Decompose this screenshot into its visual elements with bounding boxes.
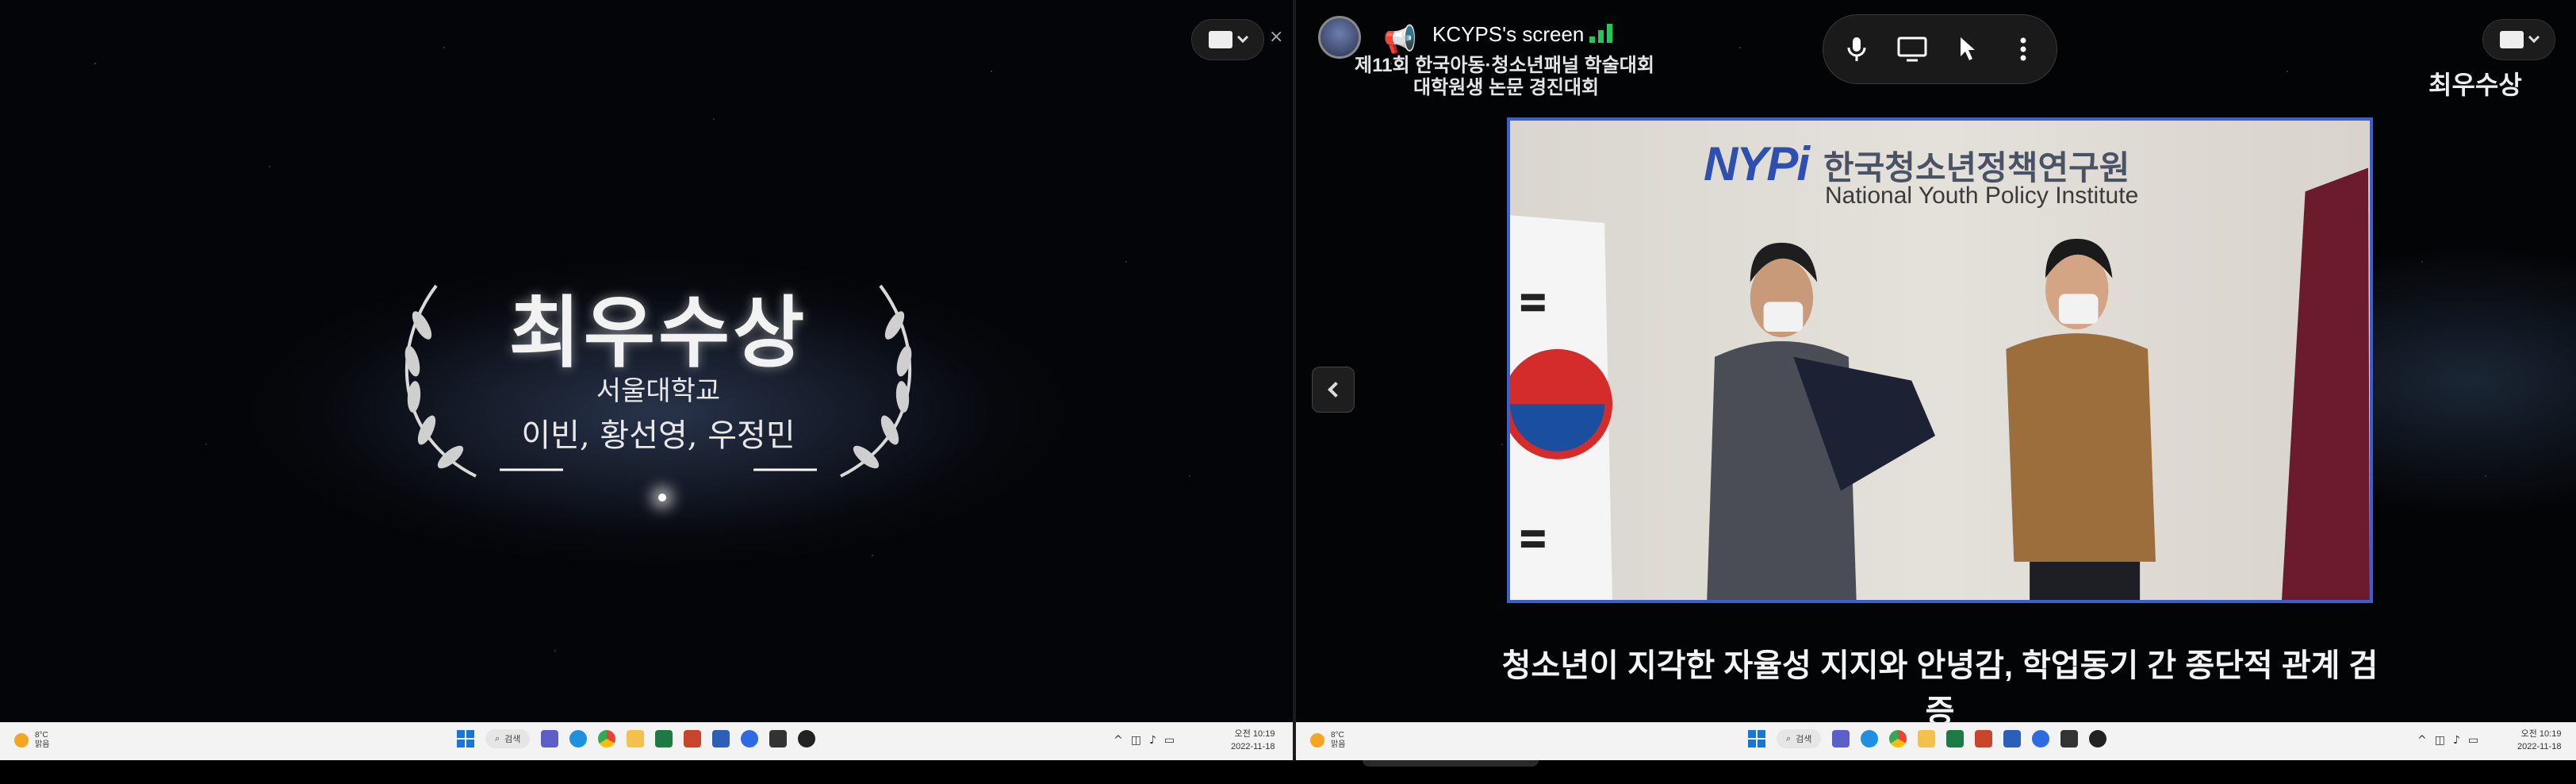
event-subtitle: 대학원생 논문 경진대회 <box>1413 77 1600 98</box>
chevron-down-icon <box>1236 31 1249 44</box>
volume-icon[interactable]: ♪ <box>2453 734 2460 747</box>
excel-icon[interactable] <box>1946 730 1965 747</box>
powerpoint-icon[interactable] <box>684 730 702 747</box>
sun-icon <box>14 733 29 747</box>
chevron-left-icon <box>1328 382 1344 398</box>
search-label: 검색 <box>1796 735 1812 744</box>
excel-icon[interactable] <box>655 730 673 747</box>
view-options-button[interactable] <box>2482 19 2555 60</box>
more-vertical-icon[interactable] <box>2001 27 2045 71</box>
taskbar-search[interactable]: ⌕ 검색 <box>485 729 531 748</box>
view-options-button[interactable] <box>1191 19 1264 60</box>
paper-title-caption: 청소년이 지각한 자율성 지지와 안녕감, 학업동기 간 종단적 관계 검증 <box>1501 648 2379 729</box>
weather-temp: 8°C <box>1331 731 1344 740</box>
media-player-icon[interactable] <box>2089 730 2107 747</box>
screen-sharer-name: KCYPS's screen <box>1432 22 1585 46</box>
institute-name-english: National Youth Policy Institute <box>1825 183 2139 209</box>
weather-temp: 8°C <box>35 731 48 740</box>
battery-icon[interactable]: ▭ <box>1164 734 1175 747</box>
sparkle-icon <box>658 494 666 502</box>
chevron-down-icon <box>2528 31 2540 44</box>
award-title: 최우수상 <box>508 287 808 379</box>
weather-condition: 맑음 <box>35 740 50 749</box>
file-explorer-icon[interactable] <box>1918 730 1936 747</box>
window-preview-edge <box>1363 760 1539 767</box>
chrome-icon[interactable] <box>598 730 616 747</box>
network-icon[interactable]: ◫ <box>2435 734 2445 747</box>
pointer-icon[interactable] <box>1945 27 1990 71</box>
chevron-up-icon[interactable]: ^ <box>1114 734 1123 747</box>
search-label: 검색 <box>504 735 521 744</box>
slide-title: 최우수상 <box>2428 71 2522 99</box>
award-school: 서울대학교 <box>596 375 721 407</box>
weather-condition: 맑음 <box>1331 740 1346 749</box>
file-explorer-icon[interactable] <box>627 730 645 747</box>
zoom-icon[interactable] <box>741 730 759 747</box>
left-screen-pane: 최우수상 서울대학교 이빈, 황선영, 우정민 × <box>0 0 1293 784</box>
zoom-icon[interactable] <box>2032 730 2050 747</box>
taskbar-apps: ⌕ 검색 <box>1748 729 2107 748</box>
nypi-logo: NYPi <box>1704 137 1810 190</box>
windows-taskbar: 8°C 맑음 ⌕ 검색 ^ ◫ ♪ ▭ 오전 10:19 2022-11-18 <box>1296 722 2576 760</box>
clock-time: 오전 10:19 <box>2520 729 2562 739</box>
word-icon[interactable] <box>2003 730 2022 747</box>
volume-icon[interactable]: ♪ <box>1149 734 1156 747</box>
edge-icon[interactable] <box>569 730 588 747</box>
right-screen-pane: 📢 KCYPS's screen 제11회 한국아동·청소년패널 학술대회 대학… <box>1296 0 2576 784</box>
start-icon[interactable] <box>1748 730 1765 747</box>
close-icon[interactable]: × <box>1269 27 1283 47</box>
award-recipients: 이빈, 황선영, 우정민 <box>521 417 795 454</box>
sun-icon <box>1310 733 1324 747</box>
microphone-icon[interactable] <box>1834 27 1879 71</box>
screen-share-toolbar <box>1823 14 2057 84</box>
weather-widget[interactable]: 8°C 맑음 <box>1310 731 1345 750</box>
system-tray: ^ ◫ ♪ ▭ <box>1114 734 1175 747</box>
taskbar-search[interactable]: ⌕ 검색 <box>1777 729 1822 748</box>
teams-icon[interactable] <box>1832 730 1850 747</box>
clock-date: 2022-11-18 <box>2517 742 2562 751</box>
taskbar-clock[interactable]: 오전 10:19 2022-11-18 <box>2517 728 2561 753</box>
app-icon[interactable] <box>2060 730 2079 747</box>
taskbar-apps: ⌕ 검색 <box>457 729 816 748</box>
edge-icon[interactable] <box>1861 730 1879 747</box>
signal-strength-icon <box>1589 22 1621 43</box>
award-slide: 최우수상 서울대학교 이빈, 황선영, 우정민 <box>381 254 936 516</box>
chrome-icon[interactable] <box>1889 730 1907 747</box>
chevron-up-icon[interactable]: ^ <box>2417 734 2427 747</box>
weather-widget[interactable]: 8°C 맑음 <box>14 731 49 750</box>
clock-time: 오전 10:19 <box>1234 729 1275 739</box>
network-icon[interactable]: ◫ <box>1131 734 1141 747</box>
clock-date: 2022-11-18 <box>1231 742 1275 751</box>
media-player-icon[interactable] <box>798 730 816 747</box>
powerpoint-icon[interactable] <box>1975 730 1993 747</box>
battery-icon[interactable]: ▭ <box>2468 734 2478 747</box>
teams-icon[interactable] <box>541 730 559 747</box>
window-icon <box>2500 31 2524 48</box>
award-ceremony-photo: NYPi 한국청소년정책연구원 National Youth Policy In… <box>1507 117 2373 603</box>
bottom-black-strip <box>0 760 2576 784</box>
previous-slide-button[interactable] <box>1312 367 1355 413</box>
windows-taskbar: 8°C 맑음 ⌕ 검색 ^ ◫ ♪ ▭ 오전 10:19 2022-11-18 <box>0 722 1293 760</box>
taskbar-clock[interactable]: 오전 10:19 2022-11-18 <box>1231 728 1275 753</box>
system-tray: ^ ◫ ♪ ▭ <box>2417 734 2478 747</box>
window-icon <box>1209 31 1232 48</box>
monitor-icon[interactable] <box>1890 27 1934 71</box>
word-icon[interactable] <box>712 730 730 747</box>
app-icon[interactable] <box>769 730 788 747</box>
start-icon[interactable] <box>457 730 474 747</box>
